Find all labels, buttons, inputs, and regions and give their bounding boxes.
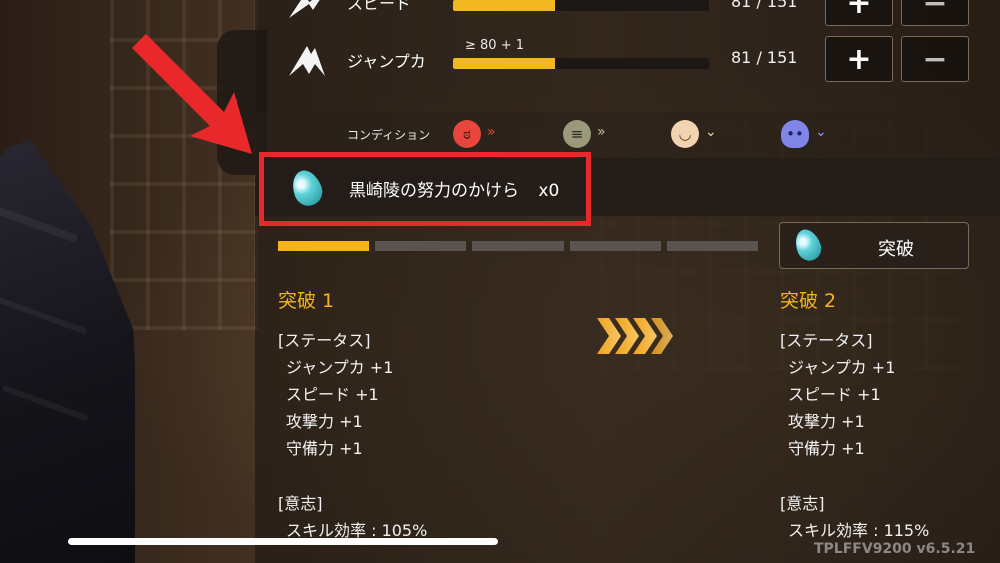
breakthrough-button-label: 突破 bbox=[878, 239, 914, 260]
progress-segment bbox=[472, 241, 564, 251]
speed-icon bbox=[289, 0, 320, 18]
status-line: ジャンプカ +1 bbox=[286, 358, 394, 377]
version-label: TPLFFV9200 v6.5.21 bbox=[814, 541, 976, 557]
condition-blob[interactable]: •• ⌄ bbox=[781, 120, 841, 150]
next-breakthrough-title: 突破 2 bbox=[780, 290, 837, 312]
home-indicator[interactable] bbox=[68, 538, 498, 545]
will-line: スキル効率 : 115% bbox=[788, 521, 930, 540]
stats-panel: スピード 81 / 151 + − ジャンプカ ≥ 80 + 1 81 / 15… bbox=[255, 0, 1000, 563]
chevron-down-icon: ⌄ bbox=[705, 124, 717, 140]
jump-icon bbox=[289, 46, 325, 76]
stat-label-jump: ジャンプカ bbox=[347, 52, 426, 71]
condition-flat[interactable]: ≡ » bbox=[563, 120, 623, 150]
will-header: [意志] bbox=[278, 494, 323, 513]
stat-row-jump: ジャンプカ ≥ 80 + 1 81 / 151 + − bbox=[255, 36, 1000, 86]
double-down-icon: » bbox=[487, 124, 496, 140]
progress-segment bbox=[569, 241, 661, 251]
progress-segment bbox=[278, 241, 370, 251]
breakthrough-button[interactable]: 突破 bbox=[779, 222, 969, 269]
speed-minus-button[interactable]: − bbox=[901, 0, 969, 26]
status-header: [ステータス] bbox=[780, 331, 873, 350]
condition-label: コンディション bbox=[347, 128, 431, 142]
red-annotation-arrow-icon bbox=[132, 34, 252, 154]
jump-minus-button[interactable]: − bbox=[901, 36, 969, 82]
forward-chevrons-icon bbox=[597, 318, 673, 354]
status-line: 守備力 +1 bbox=[286, 439, 363, 458]
current-breakthrough-title: 突破 1 bbox=[278, 290, 335, 312]
chevron-down-icon: ⌄ bbox=[815, 124, 827, 140]
jump-plus-button[interactable]: + bbox=[825, 36, 893, 82]
stat-bar-jump bbox=[453, 58, 709, 69]
stat-requirement-jump: ≥ 80 + 1 bbox=[465, 38, 524, 53]
condition-angry[interactable]: ಠ » bbox=[453, 120, 513, 150]
double-down-icon: » bbox=[597, 124, 606, 140]
stat-bar-speed bbox=[453, 0, 709, 11]
smile-face-icon: ◡ bbox=[671, 120, 699, 148]
material-highlight-box bbox=[259, 152, 591, 226]
stat-bar-fill bbox=[453, 0, 556, 11]
will-header: [意志] bbox=[780, 494, 825, 513]
status-line: スピード +1 bbox=[286, 385, 379, 404]
progress-segment bbox=[666, 241, 759, 251]
speed-plus-button[interactable]: + bbox=[825, 0, 893, 26]
status-header: [ステータス] bbox=[278, 331, 371, 350]
flat-face-icon: ≡ bbox=[563, 120, 591, 148]
angry-face-icon: ಠ bbox=[453, 120, 481, 148]
status-line: スピード +1 bbox=[788, 385, 881, 404]
status-line: 守備力 +1 bbox=[788, 439, 865, 458]
blob-face-icon: •• bbox=[781, 120, 809, 148]
progress-segment bbox=[375, 241, 467, 251]
current-breakthrough-column: 突破 1 [ステータス] ジャンプカ +1 スピード +1 攻撃力 +1 守備力… bbox=[278, 286, 427, 544]
status-line: ジャンプカ +1 bbox=[788, 358, 896, 377]
next-breakthrough-column: 突破 2 [ステータス] ジャンプカ +1 スピード +1 攻撃力 +1 守備力… bbox=[780, 286, 929, 544]
condition-smile[interactable]: ◡ ⌄ bbox=[671, 120, 731, 150]
stat-value-jump: 81 / 151 bbox=[731, 48, 798, 67]
status-line: 攻撃力 +1 bbox=[286, 412, 363, 431]
crystal-drop-icon bbox=[791, 225, 825, 265]
stat-bar-fill bbox=[453, 58, 556, 69]
breakthrough-progress bbox=[278, 241, 759, 251]
stat-row-speed: スピード 81 / 151 + − bbox=[255, 0, 1000, 30]
stat-label-speed: スピード bbox=[347, 0, 412, 13]
status-line: 攻撃力 +1 bbox=[788, 412, 865, 431]
stat-value-speed: 81 / 151 bbox=[731, 0, 798, 11]
